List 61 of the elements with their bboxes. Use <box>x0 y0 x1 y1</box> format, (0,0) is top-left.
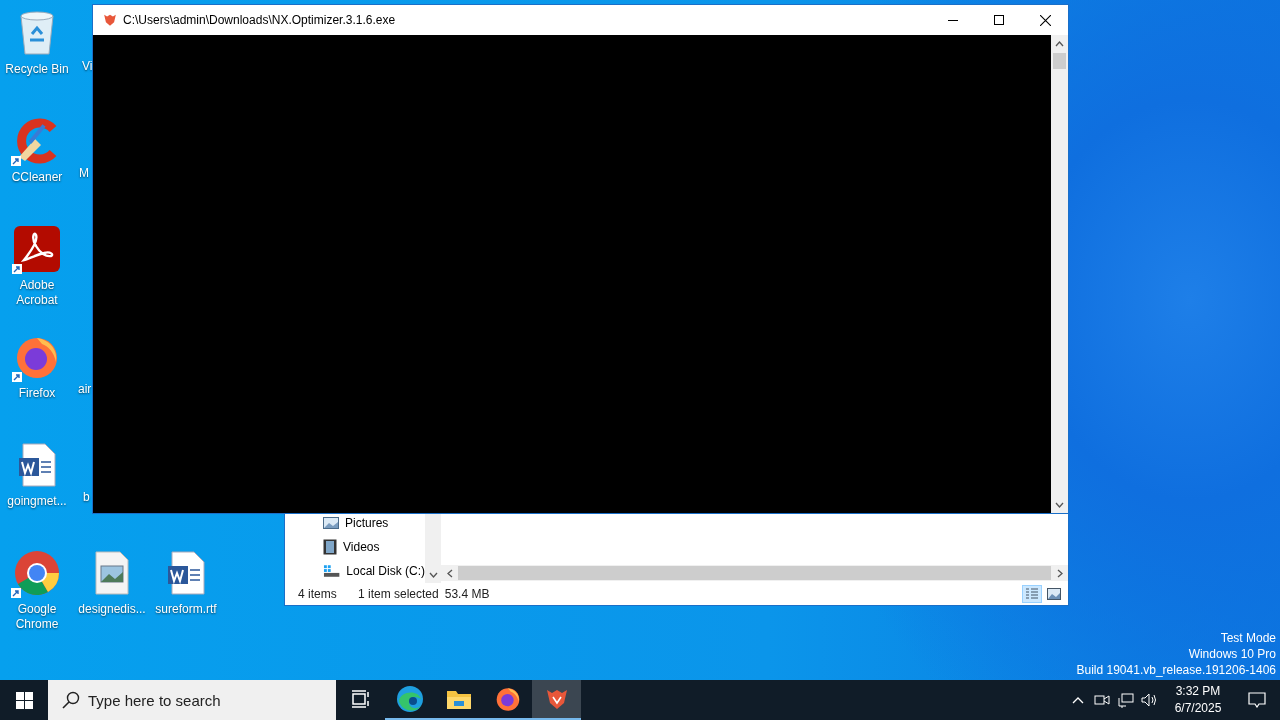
film-icon <box>323 539 337 555</box>
word-document-icon <box>17 442 57 488</box>
desktop-icon-label[interactable]: sureform.rtf <box>155 602 217 617</box>
scroll-up-icon[interactable] <box>1055 40 1064 47</box>
maximize-icon <box>994 15 1004 25</box>
system-notice-text: Build 19041.vb_release.191206-1406 <box>1076 662 1276 678</box>
search-field[interactable]: Type here to search <box>48 680 336 720</box>
shield-icon <box>544 687 569 711</box>
desktop-icon-label[interactable]: b <box>83 490 90 504</box>
chrome-icon <box>13 549 61 597</box>
scrollbar-thumb[interactable] <box>458 566 1051 580</box>
system-notice-text: Windows 10 Pro <box>1187 646 1276 662</box>
nav-item[interactable]: Pictures <box>345 516 389 530</box>
scrollbar[interactable] <box>1051 35 1068 513</box>
disk-icon <box>323 564 341 578</box>
search-icon <box>62 691 80 709</box>
window-title: C:\Users\admin\Downloads\NX.Optimizer.3.1.6.exe <box>123 13 397 27</box>
scroll-down-icon[interactable] <box>429 571 438 578</box>
item-count: 4 items <box>298 587 338 601</box>
desktop-icon-label[interactable]: M <box>79 166 89 180</box>
windows-logo-icon <box>15 691 33 709</box>
scrollbar[interactable] <box>425 514 441 583</box>
recycle-bin-icon <box>17 10 57 56</box>
word-document-icon <box>166 550 206 596</box>
pictures-icon <box>323 516 339 530</box>
nav-item[interactable]: Videos <box>343 540 380 554</box>
desktop-icon-label[interactable]: air <box>78 382 92 396</box>
scrollbar[interactable] <box>441 565 1068 581</box>
desktop-icon-label[interactable]: Firefox <box>18 386 56 401</box>
clock[interactable]: 3:32 PM 6/7/2025 <box>1162 683 1234 717</box>
scroll-left-icon[interactable] <box>446 568 453 578</box>
thumbnail-view-button[interactable] <box>1044 585 1064 603</box>
desktop-icon-label[interactable]: designedis... <box>78 602 146 617</box>
system-notice-text: Test Mode <box>1219 630 1276 646</box>
desktop-icon-label[interactable]: Google Chrome <box>0 602 74 632</box>
selection-size: 53.4 MB <box>444 587 490 601</box>
firefox-icon <box>494 686 521 712</box>
volume-icon[interactable] <box>1141 693 1159 707</box>
time-text: 3:32 PM <box>1174 683 1222 700</box>
task-view-icon <box>350 690 371 708</box>
close-icon <box>1039 14 1051 26</box>
folder-icon <box>445 688 472 710</box>
scroll-right-icon[interactable] <box>1056 568 1063 578</box>
desktop-icon-label[interactable]: CCleaner <box>11 170 63 185</box>
image-file-icon <box>92 550 132 596</box>
network-icon[interactable] <box>1118 692 1134 708</box>
nav-item[interactable]: Local Disk (C:) <box>346 564 425 578</box>
date-text: 6/7/2025 <box>1173 700 1223 717</box>
camera-icon[interactable] <box>1094 693 1110 707</box>
desktop-icon-label[interactable]: goingmet... <box>7 494 67 509</box>
desktop-icon-label[interactable]: Recycle Bin <box>5 62 69 77</box>
scroll-down-icon[interactable] <box>1055 501 1064 508</box>
scrollbar-thumb[interactable] <box>1053 53 1066 69</box>
notification-icon[interactable] <box>1248 692 1266 708</box>
desktop-icon-label[interactable]: Adobe Acrobat <box>0 278 74 308</box>
selection-status: 1 item selected <box>358 587 439 601</box>
edge-icon <box>395 685 424 713</box>
shield-icon <box>103 13 117 27</box>
desktop-icon-label[interactable]: Vi <box>82 59 93 73</box>
acrobat-icon <box>14 226 60 272</box>
chevron-up-icon[interactable] <box>1072 696 1084 704</box>
